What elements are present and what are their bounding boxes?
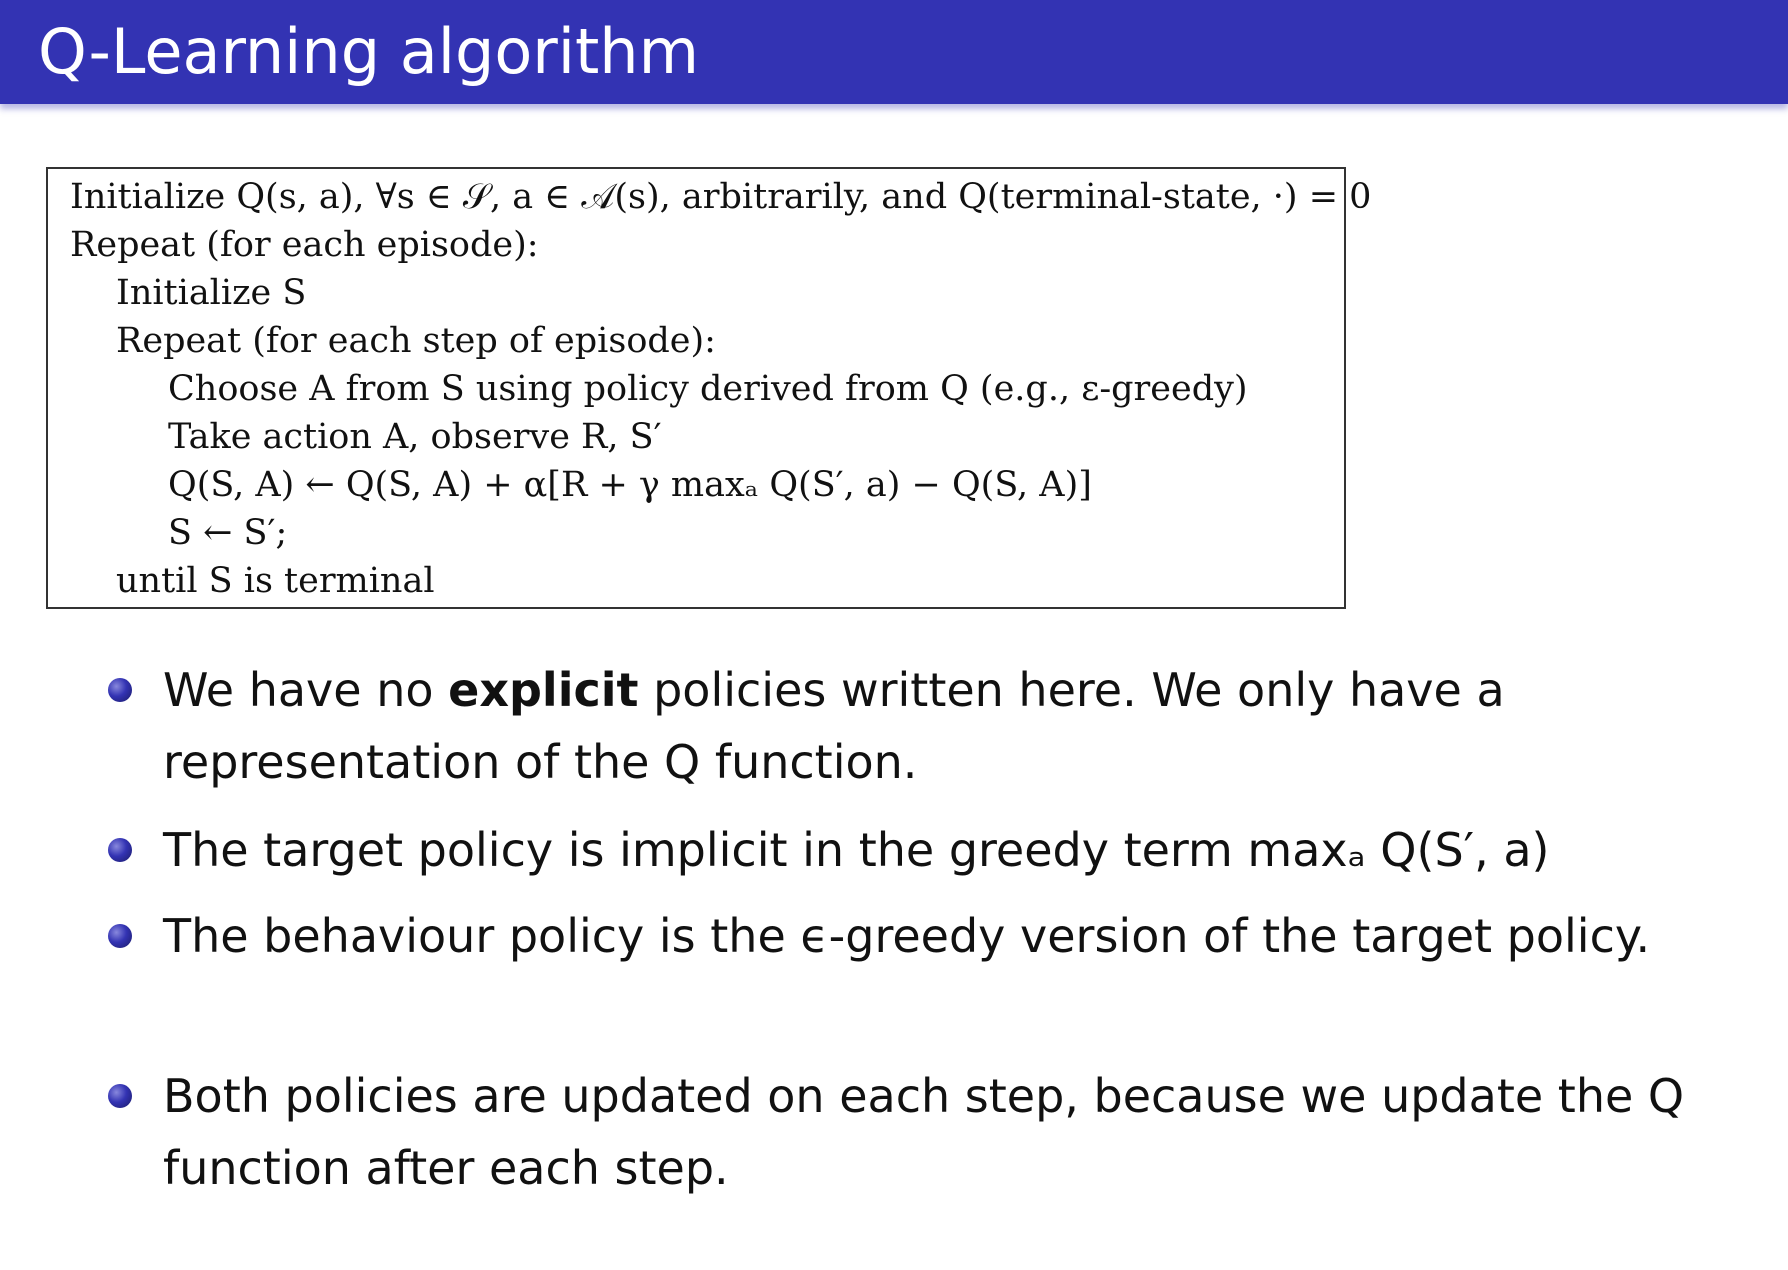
algorithm-line-initialize-q: Initialize Q(s, a), ∀s ∈ 𝒮, a ∈ 𝒜(s), ar… xyxy=(70,177,1372,217)
bullet-1-pre: We have no xyxy=(163,663,449,717)
algorithm-line-take-action: Take action A, observe R, S′ xyxy=(168,417,662,457)
algorithm-line-choose-action: Choose A from S using policy derived fro… xyxy=(168,369,1248,409)
slide-title: Q-Learning algorithm xyxy=(38,15,699,88)
title-bar: Q-Learning algorithm xyxy=(0,0,1788,104)
bullet-icon xyxy=(108,1084,132,1108)
algorithm-line-repeat-step: Repeat (for each step of episode): xyxy=(116,321,716,361)
bullet-item-both-policies: Both policies are updated on each step, … xyxy=(163,1069,1685,1195)
bullet-icon xyxy=(108,924,132,948)
bullet-item-explicit-policies: We have no explicit policies written her… xyxy=(163,654,1723,798)
algorithm-line-q-update: Q(S, A) ← Q(S, A) + α[R + γ maxₐ Q(S′, a… xyxy=(168,465,1092,505)
bullet-icon xyxy=(108,678,132,702)
algorithm-line-repeat-episode: Repeat (for each episode): xyxy=(70,225,539,265)
algorithm-line-initialize-s: Initialize S xyxy=(116,273,307,313)
bullet-item-behaviour-policy: The behaviour policy is the ϵ-greedy ver… xyxy=(163,909,1651,963)
bullet-icon xyxy=(108,838,132,862)
algorithm-line-state-update: S ← S′; xyxy=(168,513,288,553)
bullet-1-bold: explicit xyxy=(448,663,639,717)
algorithm-box: Initialize Q(s, a), ∀s ∈ 𝒮, a ∈ 𝒜(s), ar… xyxy=(46,167,1371,609)
algorithm-line-until-terminal: until S is terminal xyxy=(116,561,435,601)
bullet-item-target-policy: The target policy is implicit in the gre… xyxy=(163,823,1550,877)
